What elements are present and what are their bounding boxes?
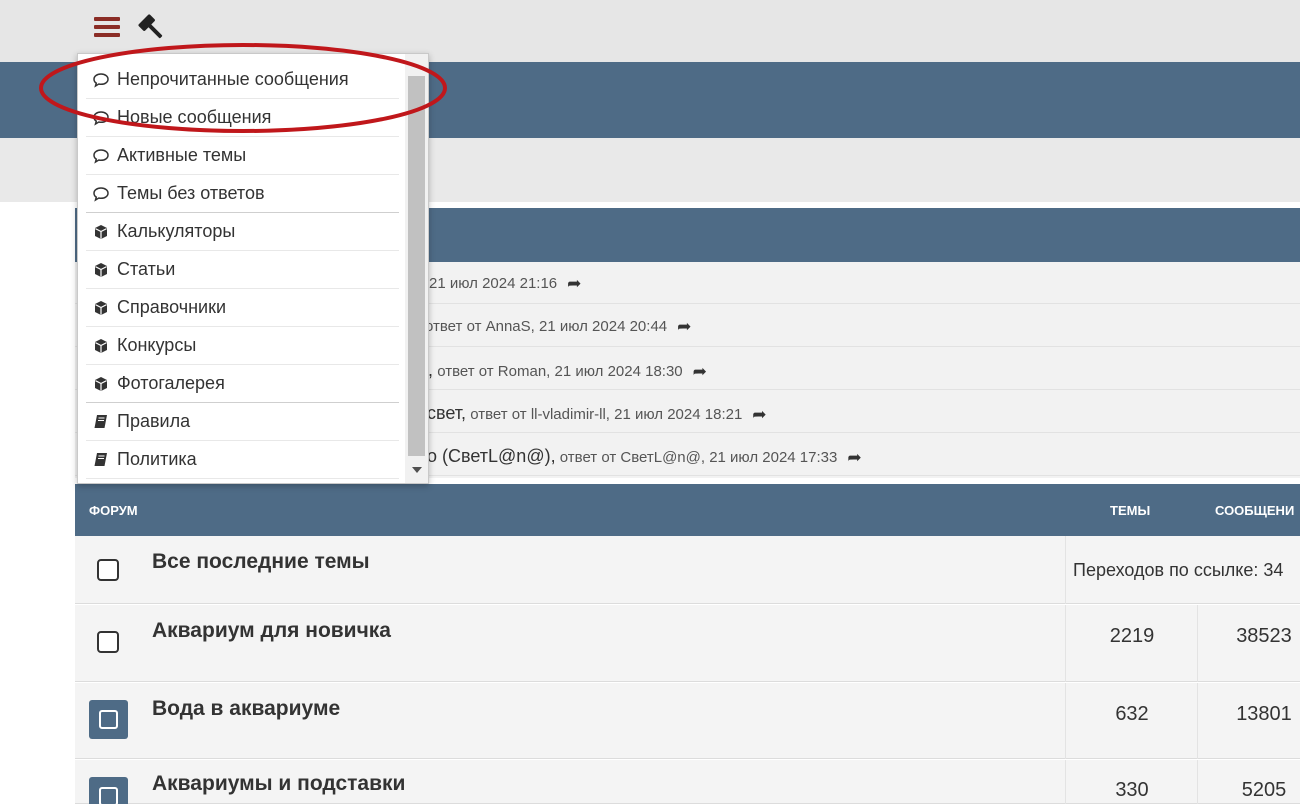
forum-unread-icon [89,700,128,739]
gavel-icon[interactable] [136,12,168,44]
dropdown-item-label: Справочники [117,297,227,317]
dropdown-item-label: Активные темы [117,145,247,165]
speech-bubble-icon [92,185,110,203]
dropdown-item-label: Темы без ответов [117,183,265,203]
book-icon [92,451,110,469]
dropdown-item[interactable]: Фотогалерея [86,365,399,403]
dropdown-item-label: Новые сообщения [117,107,272,127]
dropdown-item-label: Статьи [117,259,176,279]
cube-icon [92,261,110,279]
forum-title-link[interactable]: Аквариумы и подставки [152,772,405,796]
dropdown-item[interactable]: Конкурсы [86,327,399,365]
dropdown-item-label: Правила [117,411,191,431]
dropdown-item[interactable]: Политика [86,441,399,479]
speech-bubble-icon [92,109,110,127]
dropdown-item-label: Непрочитанные сообщения [117,69,349,89]
cell-divider [1197,683,1198,759]
scrollbar-thumb[interactable] [408,76,425,456]
forum-status-icon [97,631,119,653]
forum-title-link[interactable]: Аквариум для новичка [152,619,391,643]
cube-icon [92,337,110,355]
forum-unread-icon [89,777,128,804]
dropdown-item-label: Фотогалерея [117,373,225,393]
dropdown-scrollbar[interactable] [405,54,428,483]
link-redirect-count: Переходов по ссылке: 34 [1073,560,1284,580]
forum-table-header: ФОРУМ ТЕМЫ СООБЩЕНИ [75,484,1300,536]
forum-row[interactable]: Все последние темы Переходов по ссылке: … [75,536,1300,604]
topics-count: 632 [1115,703,1149,725]
forum-row[interactable]: Аквариум для новичка 2219 38523 [75,605,1300,682]
cell-divider [1197,760,1198,804]
forum-title-link[interactable]: Вода в аквариуме [152,697,340,721]
dropdown-item[interactable]: Активные темы [86,137,399,175]
dropdown-item[interactable]: Непрочитанные сообщения [86,61,399,99]
recent-post-meta: ответ от AnnaS, 21 июл 2024 20:44 [425,318,668,335]
posts-count: 13801 [1236,703,1292,725]
dropdown-item-label: Конкурсы [117,335,197,355]
cube-icon [92,223,110,241]
cell-divider [1197,605,1198,682]
recent-post-title[interactable]: о (СветL@n@), [427,446,556,466]
cube-icon [92,375,110,393]
forum-title-link[interactable]: Все последние темы [152,550,370,574]
column-posts: СООБЩЕНИ [1215,503,1295,518]
cell-divider [1065,760,1066,804]
share-arrow-icon[interactable]: ➦ [752,405,766,425]
scroll-down-arrow-icon[interactable] [412,467,422,473]
share-arrow-icon[interactable]: ➦ [847,448,861,468]
forum-status-icon [97,559,119,581]
speech-bubble-icon [92,147,110,165]
book-icon [92,413,110,431]
cell-divider [1065,605,1066,682]
dropdown-item[interactable]: Калькуляторы [86,213,399,251]
share-arrow-icon[interactable]: ➦ [677,317,691,337]
hamburger-menu-icon[interactable] [94,15,120,39]
dropdown-item-label: Калькуляторы [117,221,236,241]
dropdown-item[interactable]: Темы без ответов [86,175,399,213]
recent-post-title[interactable]: свет, [427,403,466,423]
recent-post-meta: ответ от ll-vladimir-ll, 21 июл 2024 18:… [470,406,743,423]
dropdown-item[interactable]: Статьи [86,251,399,289]
quick-links-dropdown: Непрочитанные сообщения Новые сообщения Ак… [77,53,429,484]
topics-count: 330 [1115,779,1149,801]
speech-bubble-icon [92,71,110,89]
topics-count: 2219 [1109,625,1155,647]
forum-row[interactable]: Аквариумы и подставки 330 5205 [75,760,1300,804]
cell-divider [1065,536,1066,604]
share-arrow-icon[interactable]: ➦ [693,362,707,382]
share-arrow-icon[interactable]: ➦ [567,274,581,294]
posts-count: 5205 [1241,779,1287,801]
column-forum: ФОРУМ [89,503,138,518]
column-topics: ТЕМЫ [1110,503,1151,518]
cube-icon [92,299,110,317]
cell-divider [1065,683,1066,759]
posts-count: 38523 [1236,625,1292,647]
recent-post-meta: ответ от СветL@n@, 21 июл 2024 17:33 [559,449,838,466]
recent-post-meta: 21 июл 2024 21:16 [429,275,558,292]
dropdown-item-label: Политика [117,449,197,469]
dropdown-item[interactable]: Новые сообщения [86,99,399,137]
dropdown-item[interactable]: Справочники [86,289,399,327]
recent-post-meta: ответ от Roman, 21 июл 2024 18:30 [437,363,683,380]
forum-row[interactable]: Вода в аквариуме 632 13801 [75,683,1300,759]
dropdown-item[interactable]: Правила [86,403,399,441]
